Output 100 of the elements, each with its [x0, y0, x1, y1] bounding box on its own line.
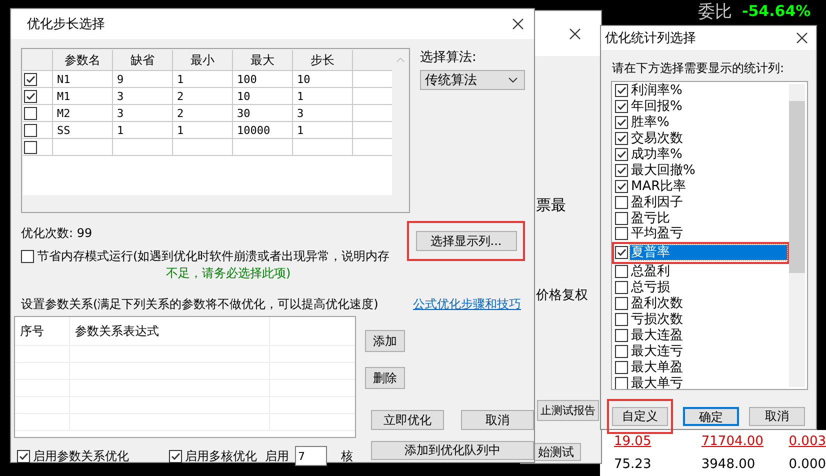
- close-icon[interactable]: [512, 18, 524, 30]
- checkbox[interactable]: [615, 116, 628, 130]
- checkbox-label: 启用多核优化: [185, 448, 257, 464]
- column-header[interactable]: 步长: [293, 50, 353, 70]
- checkbox[interactable]: [615, 281, 628, 294]
- checkbox[interactable]: [615, 100, 628, 114]
- list-item[interactable]: 亏损次数: [630, 312, 684, 328]
- checkbox[interactable]: [24, 72, 37, 86]
- list-item[interactable]: 盈利次数: [630, 296, 684, 312]
- count-text: 优化次数: 99: [21, 225, 94, 242]
- list-item[interactable]: 盈亏比: [630, 210, 671, 226]
- list-item[interactable]: 成功率%: [630, 147, 684, 162]
- table-cell: N1: [53, 71, 113, 87]
- checkbox[interactable]: [24, 124, 37, 136]
- ok-button[interactable]: 确定: [683, 407, 739, 426]
- table-cell: 3: [293, 105, 353, 121]
- list-item[interactable]: 利润率%: [630, 83, 684, 98]
- table-cell: 30: [233, 105, 293, 121]
- checkbox[interactable]: [615, 246, 628, 260]
- help-link[interactable]: 公式优化步骤和技巧: [413, 296, 521, 313]
- report-button[interactable]: 止测试报告: [537, 400, 599, 421]
- checkbox[interactable]: [615, 164, 628, 177]
- checkbox[interactable]: [615, 180, 628, 193]
- table-cell: 2: [173, 105, 233, 121]
- select-columns-button[interactable]: 选择显示列...: [416, 231, 516, 251]
- table-cell-text: 3948.00: [701, 457, 756, 472]
- column-header[interactable]: 参数名: [53, 50, 113, 70]
- checkbox[interactable]: [615, 344, 628, 358]
- table-cell: 3: [113, 105, 173, 121]
- list-item[interactable]: 盈利因子: [630, 194, 684, 210]
- column-header[interactable]: 参数关系表达式: [70, 317, 270, 345]
- section-label: 设置参数关系(满足下列关系的参数将不做优化，可以提高优化速度): [21, 296, 378, 313]
- checkbox[interactable]: [615, 148, 628, 161]
- scrollbar[interactable]: [789, 84, 805, 387]
- table-cell: SS: [53, 122, 113, 138]
- label-text: 价格复权: [536, 287, 588, 304]
- list-item[interactable]: 胜率%: [630, 115, 670, 130]
- queue-button[interactable]: 添加到优化队列中: [371, 441, 534, 460]
- table-cell-text: 75.23: [614, 457, 652, 472]
- checkbox[interactable]: [615, 196, 628, 209]
- checkbox[interactable]: [24, 140, 37, 154]
- algorithm-dropdown[interactable]: 传统算法: [420, 70, 525, 90]
- list-item[interactable]: 总盈利: [630, 264, 671, 280]
- table-cell: 1: [173, 122, 233, 138]
- checkbox[interactable]: [17, 450, 30, 462]
- label-text: 票最: [536, 196, 566, 215]
- ratio-value: -54.64%: [742, 2, 811, 20]
- checkbox-label: 启用参数关系优化: [33, 448, 129, 464]
- checkbox[interactable]: [21, 250, 34, 263]
- cancel-button[interactable]: 取消: [749, 407, 805, 426]
- checkbox[interactable]: [24, 90, 37, 102]
- checkbox[interactable]: [615, 132, 628, 146]
- window-title: 优化统计列选择: [605, 30, 696, 47]
- table-cell: 0.000: [788, 457, 826, 472]
- column-header[interactable]: 序号: [15, 317, 70, 345]
- table-cell: 10: [293, 71, 353, 87]
- checkbox[interactable]: [615, 265, 628, 278]
- list-item[interactable]: 总亏损: [630, 280, 671, 296]
- list-item[interactable]: 夏普率: [630, 245, 787, 260]
- table-cell-text: 19.05: [614, 434, 652, 449]
- table-cell: 3: [113, 88, 173, 104]
- add-button[interactable]: 添加: [365, 330, 405, 352]
- checkbox[interactable]: [169, 450, 182, 462]
- list-item[interactable]: 最大连盈: [630, 328, 684, 343]
- table-cell: 1: [113, 122, 173, 138]
- window-title: 优化步长选择: [27, 16, 105, 33]
- optimize-button[interactable]: 立即优化: [371, 410, 444, 430]
- column-header[interactable]: 最大: [233, 50, 293, 70]
- checkbox[interactable]: [615, 297, 628, 310]
- close-icon[interactable]: [569, 28, 581, 40]
- delete-button[interactable]: 删除: [365, 367, 405, 389]
- checkbox[interactable]: [615, 360, 628, 374]
- table-cell: 0.003: [788, 434, 826, 449]
- list-item[interactable]: 最大连亏: [630, 344, 684, 359]
- checkbox[interactable]: [615, 212, 628, 225]
- cancel-button[interactable]: 取消: [461, 410, 534, 430]
- cores-unit: 核: [341, 448, 353, 464]
- checkbox[interactable]: [615, 328, 628, 342]
- table-cell: 9: [113, 71, 173, 87]
- list-item[interactable]: 最大单盈: [630, 360, 684, 375]
- checkbox[interactable]: [615, 313, 628, 326]
- cores-field[interactable]: 7: [295, 446, 327, 466]
- checkbox[interactable]: [615, 227, 628, 240]
- list-item[interactable]: 平均盈亏: [630, 226, 684, 242]
- custom-button[interactable]: 自定义: [612, 407, 668, 426]
- list-item[interactable]: 最大回撤%: [630, 162, 696, 178]
- list-item[interactable]: 年回报%: [630, 99, 684, 114]
- cores-label: 启用: [265, 448, 289, 464]
- list-item[interactable]: 最大单亏: [630, 376, 684, 389]
- checkbox[interactable]: [615, 84, 628, 98]
- list-item[interactable]: MAR比率: [630, 178, 688, 194]
- close-icon[interactable]: [796, 32, 808, 44]
- table-cell: 2: [173, 88, 233, 104]
- chevron-icon: [508, 77, 518, 83]
- checkbox[interactable]: [615, 376, 628, 389]
- list-item[interactable]: 交易次数: [630, 131, 684, 146]
- column-header[interactable]: 缺省: [113, 50, 173, 70]
- column-header[interactable]: 最小: [173, 50, 233, 70]
- checkbox[interactable]: [24, 106, 37, 120]
- table-cell: 1: [293, 122, 353, 138]
